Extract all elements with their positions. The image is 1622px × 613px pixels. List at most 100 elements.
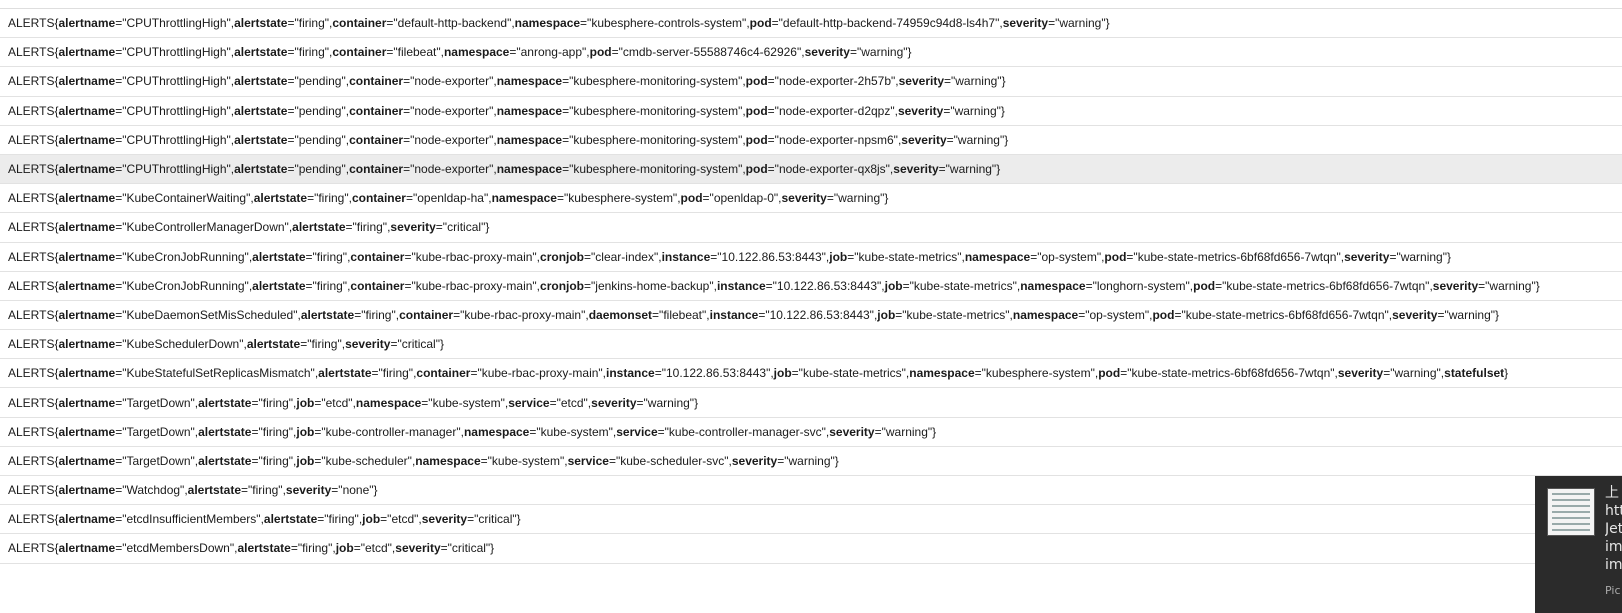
label-value: ="CPUThrottlingHigh" xyxy=(115,162,231,177)
alert-row[interactable]: ALERTS{alertname ="TargetDown", alertstat… xyxy=(0,388,1622,418)
label-value: ="kube-scheduler-svc" xyxy=(608,453,729,468)
label-value: ="warning" xyxy=(826,191,885,206)
label-key: namespace xyxy=(491,191,557,206)
notification-toast[interactable]: 上 htt Jet im im Pic xyxy=(1535,476,1622,613)
label-key: job xyxy=(296,424,315,439)
metric-name: ALERTS{ xyxy=(8,45,59,60)
label-value: ="warning" xyxy=(1383,366,1441,381)
label-value: ="firing" xyxy=(354,307,396,322)
label-key: namespace xyxy=(496,162,563,177)
label-value: ="kubesphere-controls-system" xyxy=(580,16,747,31)
label-value: ="firing" xyxy=(241,483,283,498)
label-key: alertstate xyxy=(234,132,288,147)
alert-row[interactable]: ALERTS{alertname ="CPUThrottlingHigh", al… xyxy=(0,9,1622,39)
label-value: ="kube-system" xyxy=(480,453,565,468)
alert-row[interactable]: ALERTS{alertname ="TargetDown", alertstat… xyxy=(0,418,1622,447)
label-key: severity xyxy=(804,45,850,60)
alert-row[interactable]: ALERTS{alertname ="etcdInsufficientMember… xyxy=(0,505,1622,535)
metric-name: ALERTS{ xyxy=(8,220,59,235)
label-value: ="cmdb-server-55588746c4-62926" xyxy=(611,45,802,60)
label-value: ="pending" xyxy=(287,103,346,118)
label-value: ="warning" xyxy=(943,103,1001,118)
alert-row[interactable]: ALERTS{alertname ="KubeSchedulerDown", al… xyxy=(0,330,1622,360)
alert-row[interactable]: ALERTS{alertname ="TargetDown", alertstat… xyxy=(0,447,1622,476)
alert-row[interactable]: ALERTS{alertname ="CPUThrottlingHigh", al… xyxy=(0,97,1622,126)
alert-row[interactable]: ALERTS{alertname ="KubeCronJobRunning", a… xyxy=(0,272,1622,301)
alert-row[interactable]: ALERTS{alertname ="etcdMembersDown", aler… xyxy=(0,534,1622,564)
metric-name: ALERTS{ xyxy=(8,162,59,177)
alert-row[interactable]: ALERTS{alertname ="CPUThrottlingHigh", al… xyxy=(0,154,1622,185)
label-value: ="firing" xyxy=(251,395,294,410)
screenshot-thumbnail-icon xyxy=(1547,488,1595,536)
label-value: ="Watchdog" xyxy=(115,483,185,498)
label-value: ="10.122.86.53:8443" xyxy=(765,278,882,293)
label-key: instance xyxy=(709,307,759,322)
label-key: alertname xyxy=(58,395,116,410)
label-key: alertstate xyxy=(198,424,252,439)
label-key: alertstate xyxy=(246,337,301,352)
label-key: namespace xyxy=(463,424,530,439)
label-key: severity xyxy=(345,337,391,352)
alert-row[interactable]: ALERTS{alertname ="KubeCronJobRunning", a… xyxy=(0,243,1622,272)
label-value: ="node-exporter-d2qpz" xyxy=(767,103,895,118)
label-key: severity xyxy=(285,483,332,498)
toast-line: im xyxy=(1605,557,1622,573)
alert-row[interactable]: ALERTS{alertname ="CPUThrottlingHigh", al… xyxy=(0,67,1622,97)
metric-name: ALERTS{ xyxy=(8,307,59,322)
label-value: ="warning" xyxy=(636,395,695,410)
label-key: container xyxy=(399,307,454,322)
alerts-list: ALERTS{alertname ="CPUThrottlingHigh", al… xyxy=(0,9,1622,564)
label-value: ="warning" xyxy=(849,45,908,60)
label-value: ="KubeSchedulerDown" xyxy=(115,337,244,352)
alert-row[interactable]: ALERTS{alertname ="KubeContainerWaiting",… xyxy=(0,184,1622,214)
label-key: alertname xyxy=(58,162,116,177)
label-value: ="CPUThrottlingHigh" xyxy=(115,45,231,60)
label-value: ="kube-system" xyxy=(421,395,505,410)
label-value: ="firing" xyxy=(290,541,333,556)
label-value: ="firing" xyxy=(287,45,330,60)
label-value: ="warning" xyxy=(777,453,835,468)
metric-name: ALERTS{ xyxy=(8,424,59,439)
label-key: namespace xyxy=(496,103,563,118)
label-key: alertname xyxy=(58,307,116,322)
label-key: pod xyxy=(1098,366,1121,381)
alert-row[interactable]: ALERTS{alertname ="KubeDaemonSetMisSchedu… xyxy=(0,301,1622,331)
label-key: namespace xyxy=(1012,307,1079,322)
label-key: instance xyxy=(716,278,766,293)
label-key: namespace xyxy=(496,132,563,147)
label-key: severity xyxy=(893,162,939,177)
label-value: ="critical" xyxy=(390,337,440,352)
label-value: ="warning" xyxy=(946,132,1005,147)
alert-row[interactable]: ALERTS{alertname ="CPUThrottlingHigh", al… xyxy=(0,38,1622,68)
alert-row[interactable]: ALERTS{alertname ="KubeStatefulSetReplica… xyxy=(0,359,1622,389)
label-key: alertstate xyxy=(234,162,288,177)
label-key: container xyxy=(332,16,387,31)
label-key: pod xyxy=(745,162,768,177)
label-value: ="kube-state-metrics" xyxy=(847,249,962,264)
label-value: ="kubesphere-system" xyxy=(556,191,678,206)
toast-text: 上 htt Jet im im xyxy=(1605,484,1622,574)
label-value: ="etcd" xyxy=(549,395,588,410)
label-value: ="firing" xyxy=(251,453,294,468)
label-value: ="anrong-app" xyxy=(509,45,587,60)
label-value: ="jenkins-home-backup" xyxy=(584,278,714,293)
label-key: cronjob xyxy=(540,249,585,264)
alert-row[interactable]: ALERTS{alertname ="Watchdog", alertstate =… xyxy=(0,476,1622,506)
label-key: job xyxy=(362,512,381,527)
alert-row[interactable]: ALERTS{alertname ="CPUThrottlingHigh", al… xyxy=(0,126,1622,155)
label-value: ="pending" xyxy=(287,74,346,89)
label-key: container xyxy=(349,132,404,147)
label-key: alertstate xyxy=(253,191,308,206)
label-value: ="etcd" xyxy=(353,541,392,556)
metric-name: ALERTS{ xyxy=(8,453,59,468)
label-value: ="pending" xyxy=(287,132,346,147)
label-key: severity xyxy=(390,220,436,235)
label-key: severity xyxy=(731,453,778,468)
label-value: ="kube-scheduler" xyxy=(314,453,412,468)
alert-row[interactable]: ALERTS{alertname ="KubeControllerManagerD… xyxy=(0,213,1622,243)
label-key: alertstate xyxy=(234,74,288,89)
label-key: severity xyxy=(421,512,468,527)
label-value: ="TargetDown" xyxy=(115,395,195,410)
label-key: service xyxy=(616,424,658,439)
label-key: job xyxy=(773,366,792,381)
